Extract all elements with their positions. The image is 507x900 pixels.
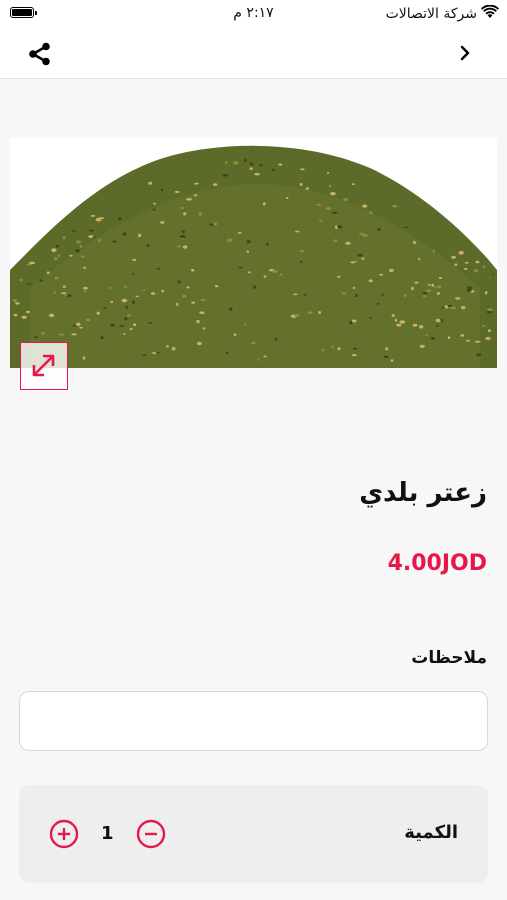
- chevron-right-icon[interactable]: [455, 42, 475, 64]
- expand-icon[interactable]: [20, 342, 68, 390]
- nav-bar: [0, 28, 507, 79]
- notes-input[interactable]: [19, 691, 488, 751]
- product-title: زعتر بلدي: [359, 478, 487, 508]
- quantity-value: 1: [101, 823, 114, 844]
- carrier-name: شركة الاتصالات: [385, 6, 477, 22]
- status-carrier: شركة الاتصالات: [385, 4, 499, 23]
- notes-label: ملاحظات: [411, 648, 487, 668]
- product-price: 4.00JOD: [387, 551, 487, 576]
- share-icon[interactable]: [26, 40, 54, 68]
- wifi-icon: [481, 4, 499, 23]
- product-image: [10, 138, 497, 368]
- quantity-label: الكمية: [404, 822, 458, 843]
- status-bar: ٢:١٧ م شركة الاتصالات: [0, 0, 507, 28]
- quantity-stepper: 1 الكمية: [19, 785, 488, 883]
- plus-icon[interactable]: [49, 819, 79, 849]
- minus-icon[interactable]: [136, 819, 166, 849]
